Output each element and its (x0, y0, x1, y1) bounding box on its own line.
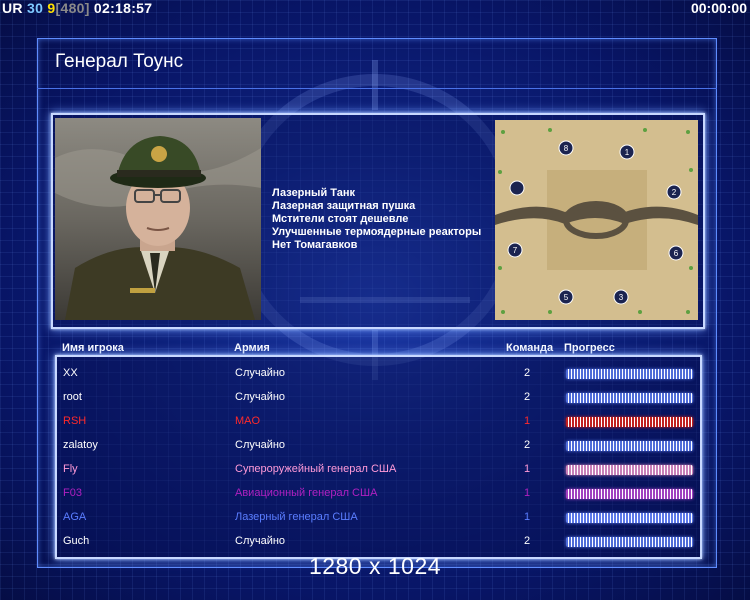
progress-bar (566, 393, 693, 403)
player-army: Случайно (235, 367, 286, 379)
header-team: Команда (506, 342, 554, 354)
table-row: root Случайно 2 (57, 386, 700, 410)
hud-ur: UR (2, 0, 23, 16)
start-position-label: 2 (672, 188, 677, 197)
start-position-label: 1 (625, 148, 630, 157)
start-position-marker[interactable]: 8 (558, 140, 574, 156)
player-name: XX (63, 367, 78, 379)
player-army: MAO (235, 415, 261, 427)
start-position-marker[interactable]: 2 (666, 184, 682, 200)
start-position-label: 3 (619, 293, 624, 302)
table-row: Fly Супероружейный генерал США 1 (57, 458, 700, 482)
player-team: 2 (524, 391, 531, 403)
player-name: zalatoy (63, 439, 98, 451)
player-name: AGA (63, 511, 87, 523)
header-player: Имя игрока (62, 342, 124, 354)
minimap[interactable]: 8 1 2 7 6 5 3 (495, 120, 698, 320)
hud-bracket-value: [480] (55, 0, 90, 16)
title-divider (37, 88, 717, 89)
player-team: 2 (524, 367, 531, 379)
player-team: 1 (524, 511, 531, 523)
resolution-label: 1280 x 1024 (308, 553, 442, 579)
perk-item: Лазерный Танк (272, 187, 355, 199)
player-army: Случайно (235, 535, 286, 547)
player-team: 1 (524, 463, 531, 475)
start-position-marker[interactable]: 6 (668, 245, 684, 261)
perk-item: Мстители стоят дешевле (272, 213, 409, 225)
hud-stats: UR 30 9[480] 02:18:57 (2, 0, 152, 16)
progress-bar (566, 513, 693, 523)
perk-item: Улучшенные термоядерные реакторы (272, 226, 482, 238)
header-army: Армия (234, 342, 270, 354)
player-army: Авиационный генерал США (235, 487, 378, 499)
start-position-marker[interactable]: 3 (613, 289, 629, 305)
perk-item: Нет Томагавков (272, 239, 358, 251)
progress-bar (566, 489, 693, 499)
player-name: root (63, 391, 82, 403)
hud-value-2: 9 (47, 0, 56, 16)
player-army: Супероружейный генерал США (235, 463, 397, 475)
table-row: zalatoy Случайно 2 (57, 434, 700, 458)
start-position-marker[interactable]: 1 (619, 144, 635, 160)
table-row: AGA Лазерный генерал США 1 (57, 506, 700, 530)
player-army: Лазерный генерал США (235, 511, 358, 523)
player-army: Случайно (235, 439, 286, 451)
general-perks-list: Лазерный Танк Лазерная защитная пушка Мс… (272, 187, 481, 252)
progress-bar (566, 537, 693, 547)
progress-bar (566, 465, 693, 475)
table-row: Guch Случайно 2 (57, 530, 700, 554)
progress-bar (566, 369, 693, 379)
player-team: 1 (524, 415, 531, 427)
player-team: 2 (524, 439, 531, 451)
progress-bar (566, 441, 693, 451)
start-position-label: 6 (674, 249, 679, 258)
hud-timer: 00:00:00 (690, 0, 747, 16)
player-name: Guch (63, 535, 90, 547)
table-row: XX Случайно 2 (57, 362, 700, 386)
players-table: XX Случайно 2 root Случайно 2 RSH MAO 1 zalatoy Сл… (55, 355, 702, 559)
start-position-label: 8 (564, 144, 569, 153)
player-name: RSH (63, 415, 87, 427)
header-progress: Прогресс (564, 342, 615, 354)
table-row: F03 Авиационный генерал США 1 (57, 482, 700, 506)
hud-clock: 02:18:57 (93, 0, 153, 16)
general-title: Генерал Тоунс (55, 51, 184, 72)
hud-value-1: 30 (27, 0, 44, 16)
player-name: Fly (63, 463, 78, 475)
player-team: 2 (524, 535, 531, 547)
progress-bar (566, 417, 693, 427)
player-army: Случайно (235, 391, 286, 403)
start-position-label: 5 (564, 293, 569, 302)
table-row: RSH MAO 1 (57, 410, 700, 434)
start-position-marker[interactable]: 5 (558, 289, 574, 305)
start-position-marker[interactable]: 7 (507, 242, 523, 258)
start-position-marker[interactable] (509, 180, 525, 196)
start-position-label: 7 (513, 246, 518, 255)
player-name: F03 (63, 487, 82, 499)
perk-item: Лазерная защитная пушка (272, 200, 416, 212)
player-team: 1 (524, 487, 531, 499)
general-portrait (55, 118, 261, 320)
